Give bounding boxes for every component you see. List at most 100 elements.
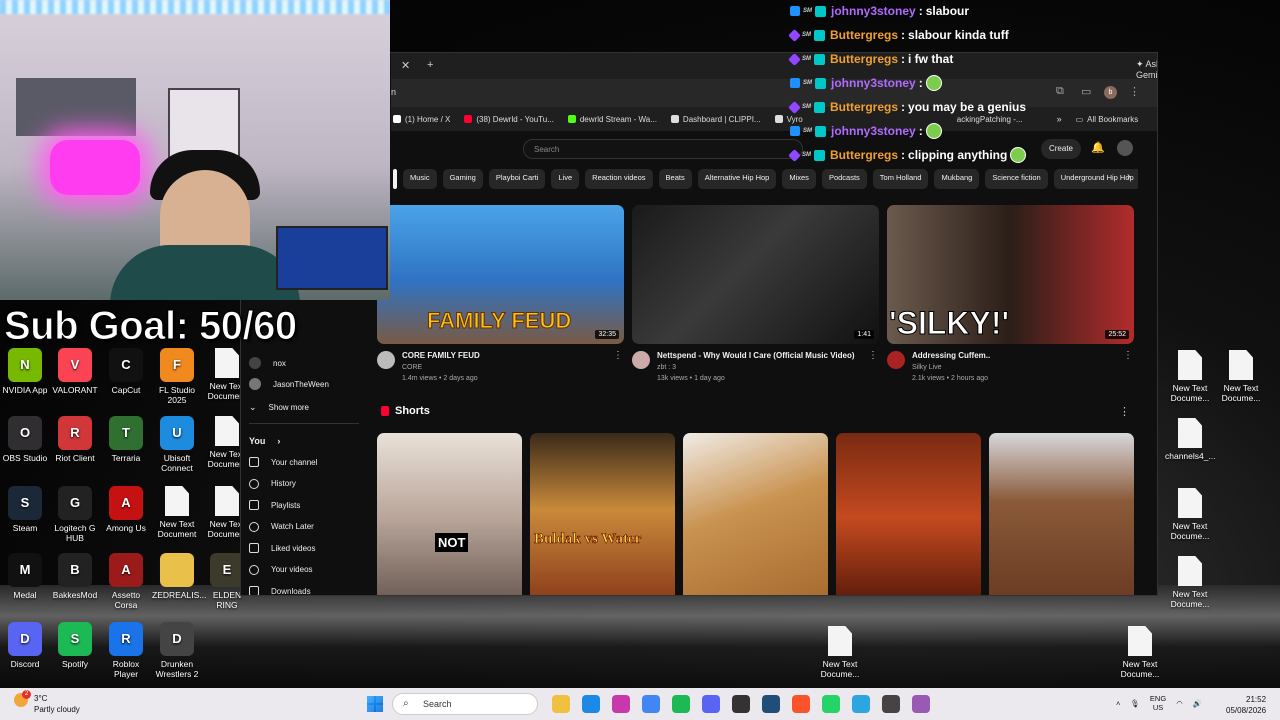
desktop-icon[interactable]: New Text Docume...: [1115, 626, 1165, 679]
desktop-icon[interactable]: R Roblox Player: [101, 622, 151, 679]
microphone-icon[interactable]: 🎙: [1130, 699, 1140, 708]
video-title[interactable]: CORE FAMILY FEUD: [402, 351, 480, 360]
taskbar-app-icon[interactable]: [732, 695, 750, 713]
desktop-icon[interactable]: U Ubisoft Connect: [152, 416, 202, 473]
category-chip[interactable]: Tom Holland: [872, 169, 929, 189]
taskbar-app-icon[interactable]: [852, 695, 870, 713]
bookmark-item[interactable]: (38) Dewrld - YouTu...: [464, 115, 554, 124]
desktop-icon[interactable]: S Spotify: [50, 622, 100, 669]
category-chip[interactable]: Science fiction: [985, 169, 1048, 189]
shorts-menu-icon[interactable]: ⋮: [1119, 405, 1130, 418]
chevron-right-icon[interactable]: ›: [1127, 171, 1130, 182]
you-nav-item[interactable]: Your channel: [249, 457, 317, 467]
desktop-icon[interactable]: New Text Docume...: [1165, 488, 1215, 541]
video-thumbnail[interactable]: 'SILKY!' 25:52: [887, 205, 1134, 344]
short-thumbnail[interactable]: Buldak vs Water: [530, 433, 675, 595]
video-channel[interactable]: zbt : 3: [657, 364, 676, 371]
video-channel[interactable]: CORE: [402, 364, 422, 371]
desktop-icon[interactable]: A Assetto Corsa: [101, 553, 151, 610]
you-section-header[interactable]: You ›: [249, 436, 280, 446]
bookmark-item[interactable]: (1) Home / X: [393, 115, 450, 124]
desktop-icon[interactable]: M Medal: [0, 553, 50, 600]
show-more-button[interactable]: ⌄ Show more: [249, 402, 309, 413]
category-chip[interactable]: Alternative Hip Hop: [697, 169, 777, 189]
desktop-icon[interactable]: G Logitech G HUB: [50, 486, 100, 543]
video-title[interactable]: Addressing Cuffem..: [912, 351, 990, 360]
category-chip[interactable]: Playboi Carti: [488, 169, 546, 189]
desktop-icon[interactable]: T Terraria: [101, 416, 151, 463]
desktop-icon[interactable]: New Text Docume...: [1165, 350, 1215, 403]
taskbar-app-icon[interactable]: [582, 695, 600, 713]
channel-avatar[interactable]: [377, 351, 395, 369]
desktop-icon[interactable]: F FL Studio 2025: [152, 348, 202, 405]
weather-widget[interactable]: 2 3°C Partly cloudy: [14, 690, 80, 715]
wifi-icon[interactable]: ◠: [1176, 699, 1183, 708]
chevron-up-icon[interactable]: ˄: [1116, 699, 1120, 708]
short-thumbnail[interactable]: [683, 433, 828, 595]
you-nav-item[interactable]: Watch Later: [249, 521, 314, 532]
taskbar-app-icon[interactable]: [702, 695, 720, 713]
chip-all[interactable]: [393, 169, 397, 189]
category-chip[interactable]: Mixes: [782, 169, 816, 189]
video-menu-icon[interactable]: ⋮: [868, 350, 878, 361]
windows-start-icon[interactable]: [367, 696, 383, 712]
desktop-icon[interactable]: R Riot Client: [50, 416, 100, 463]
taskbar-app-icon[interactable]: [672, 695, 690, 713]
desktop-icon[interactable]: D Discord: [0, 622, 50, 669]
video-channel[interactable]: Silky Live: [912, 364, 942, 371]
youtube-search-input[interactable]: Search: [523, 139, 803, 159]
desktop-icon[interactable]: O OBS Studio: [0, 416, 50, 463]
category-chip[interactable]: Underground Hip Hop: [1053, 169, 1138, 189]
video-thumbnail[interactable]: 1:41: [632, 205, 879, 344]
desktop-icon[interactable]: New Text Docume...: [1165, 556, 1215, 609]
category-chip[interactable]: Gaming: [442, 169, 483, 189]
taskbar-app-icon[interactable]: [912, 695, 930, 713]
channel-avatar[interactable]: [887, 351, 905, 369]
desktop-icon[interactable]: channels4_...: [1165, 418, 1216, 461]
taskbar-app-icon[interactable]: [762, 695, 780, 713]
you-nav-item[interactable]: History: [249, 478, 296, 489]
bookmark-item[interactable]: dewrld Stream - Wa...: [567, 115, 657, 124]
video-title[interactable]: Nettspend - Why Would I Care (Official M…: [657, 351, 855, 360]
category-chip[interactable]: Beats: [658, 169, 692, 189]
close-tab-icon[interactable]: ✕: [401, 59, 410, 72]
video-thumbnail[interactable]: FAMILY FEUD 32:35: [377, 205, 624, 344]
you-nav-item[interactable]: Liked videos: [249, 543, 315, 553]
desktop-icon[interactable]: New Text Docume...: [815, 626, 865, 679]
taskbar-app-icon[interactable]: [822, 695, 840, 713]
taskbar-clock[interactable]: 21:52 05/08/2026: [1226, 694, 1266, 716]
subscription-item[interactable]: nox: [249, 357, 286, 369]
short-thumbnail[interactable]: [836, 433, 981, 595]
desktop-icon[interactable]: B BakkesMod: [50, 553, 100, 600]
channel-avatar[interactable]: [632, 351, 650, 369]
desktop-icon[interactable]: N NVIDIA App: [0, 348, 50, 395]
you-nav-item[interactable]: Your videos: [249, 564, 313, 575]
short-thumbnail[interactable]: [989, 433, 1134, 595]
desktop-icon[interactable]: A Among Us: [101, 486, 151, 533]
taskbar-app-icon[interactable]: [612, 695, 630, 713]
you-nav-item[interactable]: Downloads: [249, 586, 311, 595]
taskbar-app-icon[interactable]: [642, 695, 660, 713]
desktop-icon[interactable]: D Drunken Wrestlers 2: [152, 622, 202, 679]
taskbar-app-icon[interactable]: [882, 695, 900, 713]
short-thumbnail[interactable]: NOT: [377, 433, 522, 595]
category-chip[interactable]: Reaction videos: [585, 169, 653, 189]
volume-icon[interactable]: 🔊: [1193, 699, 1202, 708]
video-menu-icon[interactable]: ⋮: [613, 350, 623, 361]
video-menu-icon[interactable]: ⋮: [1123, 350, 1133, 361]
desktop-icon[interactable]: ZEDREALIS...: [152, 553, 206, 600]
desktop-icon[interactable]: S Steam: [0, 486, 50, 533]
category-chip[interactable]: Podcasts: [821, 169, 867, 189]
language-indicator[interactable]: ENG US: [1150, 694, 1166, 712]
you-nav-item[interactable]: Playlists: [249, 500, 300, 510]
desktop-icon[interactable]: C CapCut: [101, 348, 151, 395]
desktop-icon[interactable]: New Text Docume...: [1216, 350, 1266, 403]
category-chip[interactable]: Live: [551, 169, 580, 189]
taskbar-search-input[interactable]: ⌕ Search: [392, 693, 538, 715]
taskbar-app-icon[interactable]: [552, 695, 570, 713]
subscription-item[interactable]: JasonTheWeen: [249, 378, 329, 390]
new-tab-icon[interactable]: +: [427, 59, 433, 71]
category-chip[interactable]: Music: [403, 169, 437, 189]
desktop-icon[interactable]: New Text Document: [152, 486, 202, 539]
category-chip[interactable]: Mukbang: [934, 169, 980, 189]
